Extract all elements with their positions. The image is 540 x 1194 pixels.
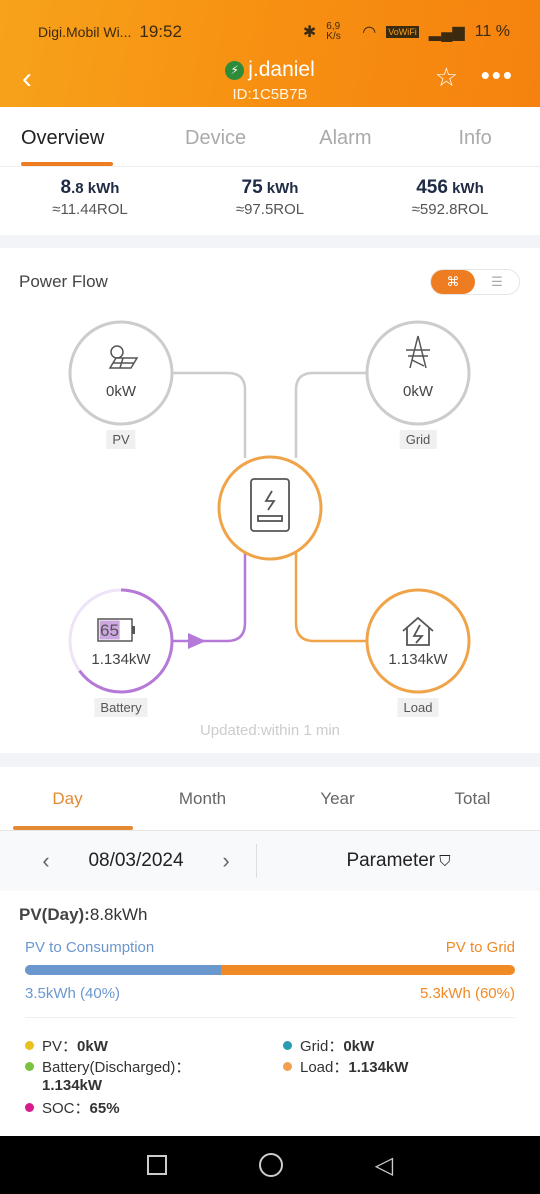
grid-value: 0kW bbox=[403, 383, 433, 400]
next-date-button[interactable]: › bbox=[206, 848, 246, 874]
stat-value: 75 bbox=[241, 177, 263, 198]
stat-cost: ≈592.8ROL bbox=[411, 201, 489, 218]
stat-value: 8 bbox=[60, 177, 72, 198]
load-label: Load bbox=[397, 698, 439, 717]
reading-label: Grid： bbox=[300, 1038, 344, 1055]
parameter-label: Parameter bbox=[346, 850, 436, 871]
legend-dot-icon bbox=[283, 1041, 292, 1050]
battery-label: Battery bbox=[94, 698, 148, 717]
pv-value: 0kW bbox=[106, 383, 136, 400]
pv-grid-value: 5.3kWh (60%) bbox=[419, 985, 515, 1002]
recent-apps-button[interactable] bbox=[146, 1155, 167, 1175]
tab-info[interactable]: Info bbox=[410, 107, 540, 166]
summary-value: 8.8kWh bbox=[89, 905, 148, 924]
station-title: ⚡ j.daniel bbox=[0, 58, 540, 82]
reading-item: PV：0kW bbox=[25, 1035, 108, 1056]
reading-label: SOC： bbox=[42, 1100, 90, 1117]
back-nav-button[interactable]: ◁ bbox=[375, 1151, 393, 1180]
reading-label: Load： bbox=[300, 1059, 349, 1076]
app-header: Digi.Mobil Wi... 19:52 ✱ 6,9 K/s ◠ VoWiF… bbox=[0, 0, 540, 107]
filter-icon: ⛉ bbox=[435, 853, 451, 870]
reading-label: Battery(Discharged)： bbox=[42, 1059, 191, 1076]
reading-label: PV： bbox=[42, 1038, 78, 1055]
status-bar: Digi.Mobil Wi... 19:52 ✱ 6,9 K/s ◠ VoWiF… bbox=[38, 20, 510, 44]
tab-alarm[interactable]: Alarm bbox=[281, 107, 411, 166]
stat-value: 456 bbox=[416, 177, 448, 198]
reading-value: 0kW bbox=[343, 1038, 375, 1055]
reading-value: 1.134kW bbox=[348, 1059, 409, 1076]
load-value: 1.134kW bbox=[388, 651, 448, 668]
pv-consumption-label: PV to Consumption bbox=[25, 939, 155, 956]
pv-split-bar bbox=[25, 965, 515, 975]
network-speed: 6,9 K/s bbox=[326, 21, 341, 42]
home-button[interactable] bbox=[258, 1153, 283, 1177]
bluetooth-icon: ✱ bbox=[302, 24, 317, 41]
reading-item: Battery(Discharged)： 1.134kW bbox=[25, 1056, 190, 1094]
pv-summary: PV(Day):8.8kWh PV to Consumption PV to G… bbox=[0, 891, 540, 1136]
vowifi-badge: VoWiFi bbox=[386, 26, 419, 38]
pv-label: PV bbox=[106, 430, 136, 449]
more-options-icon[interactable]: ••• bbox=[481, 60, 514, 91]
stat-unit: kWh bbox=[262, 180, 299, 197]
updated-text: Updated:within 1 min bbox=[199, 722, 341, 739]
battery-value: 1.134kW bbox=[91, 651, 151, 668]
legend-dot-icon bbox=[283, 1062, 292, 1071]
legend-dot-icon bbox=[25, 1103, 34, 1112]
signal-icon: ▂▄▆ bbox=[428, 24, 465, 41]
stat-cost: ≈11.44ROL bbox=[52, 201, 128, 218]
divider bbox=[25, 1017, 515, 1018]
stat-total: 456 kWh ≈592.8ROL bbox=[360, 167, 540, 235]
tab-total[interactable]: Total bbox=[405, 767, 540, 830]
online-status-icon: ⚡ bbox=[225, 61, 245, 80]
station-id: ID:1C5B7B bbox=[232, 86, 308, 103]
reading-value: 0kW bbox=[77, 1038, 108, 1055]
tab-overview[interactable]: Overview bbox=[0, 107, 151, 166]
battery-soc-text: 65 bbox=[100, 621, 119, 640]
reading-value: 1.134kW bbox=[42, 1077, 103, 1094]
tab-device[interactable]: Device bbox=[151, 107, 281, 166]
grid-line bbox=[294, 371, 366, 458]
tab-year[interactable]: Year bbox=[270, 767, 405, 830]
clock: 19:52 bbox=[139, 22, 182, 41]
main-tabs: Overview Device Alarm Info bbox=[0, 107, 540, 167]
load-line bbox=[294, 553, 366, 643]
carrier: Digi.Mobil Wi... bbox=[38, 24, 132, 40]
energy-stats: 8.8 kWh ≈11.44ROL 75 kWh ≈97.5ROL 456 kWh ≈… bbox=[0, 167, 540, 235]
battery-flow-arrow bbox=[188, 633, 206, 649]
parameter-button[interactable]: Parameter ⛉ bbox=[257, 850, 540, 872]
tab-day[interactable]: Day bbox=[0, 767, 135, 830]
pv-node bbox=[68, 320, 174, 426]
wifi-icon: ◠ bbox=[362, 24, 377, 41]
reading-item: SOC：65% bbox=[25, 1097, 120, 1118]
period-tabs: Day Month Year Total bbox=[0, 767, 540, 831]
battery-level: 11 % bbox=[474, 23, 510, 40]
favorite-star-icon[interactable]: ☆ bbox=[435, 62, 458, 93]
reading-value: 65% bbox=[89, 1100, 120, 1117]
grid-label: Grid bbox=[399, 430, 437, 449]
legend-dot-icon bbox=[25, 1062, 34, 1071]
pv-line bbox=[173, 371, 247, 458]
power-flow-diagram bbox=[68, 320, 471, 694]
reading-item: Load：1.134kW bbox=[283, 1056, 408, 1077]
stat-unit: kWh bbox=[447, 180, 484, 197]
legend-dot-icon bbox=[25, 1041, 34, 1050]
date-value[interactable]: 08/03/2024 bbox=[66, 850, 206, 872]
summary-title: PV(Day): bbox=[19, 905, 90, 924]
stat-today: 8.8 kWh ≈11.44ROL bbox=[0, 167, 180, 235]
android-nav-bar: ◁ bbox=[0, 1136, 540, 1194]
prev-date-button[interactable]: ‹ bbox=[26, 848, 66, 874]
pv-consumption-value: 3.5kWh (40%) bbox=[25, 985, 121, 1002]
stat-month: 75 kWh ≈97.5ROL bbox=[180, 167, 360, 235]
date-selector: ‹ 08/03/2024 › Parameter ⛉ bbox=[0, 831, 540, 891]
battery-line bbox=[173, 553, 247, 643]
power-flow-card: Power Flow ⌘ ☰ 65 0kW 0kW 1.134kW 1.134k… bbox=[0, 248, 540, 753]
tab-month[interactable]: Month bbox=[135, 767, 270, 830]
station-name: j.daniel bbox=[248, 58, 315, 81]
reading-item: Grid：0kW bbox=[283, 1035, 374, 1056]
stat-cost: ≈97.5ROL bbox=[235, 201, 305, 218]
pv-consumption-fill bbox=[25, 965, 221, 975]
stat-unit: .8 kWh bbox=[71, 180, 120, 197]
pv-grid-label: PV to Grid bbox=[445, 939, 515, 956]
